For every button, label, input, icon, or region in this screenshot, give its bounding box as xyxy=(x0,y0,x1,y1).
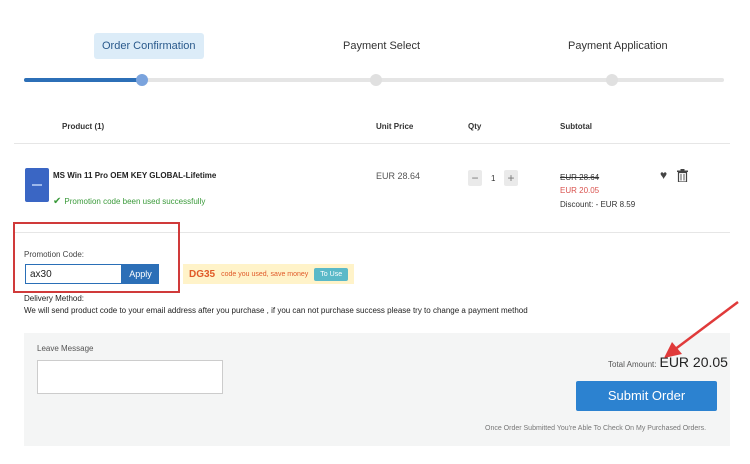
thumbnail-mark xyxy=(32,184,42,186)
check-icon: ✔ xyxy=(53,196,62,207)
subtotal-discounted: EUR 20.05 xyxy=(560,186,600,195)
trash-icon-svg xyxy=(677,169,688,183)
step-order-confirmation: Order Confirmation xyxy=(94,33,204,59)
red-arrow-annotation xyxy=(664,301,739,358)
submit-order-button[interactable]: Submit Order xyxy=(576,381,717,411)
step-dot-3 xyxy=(606,74,618,86)
promo-success-text: Promotion code been used successfully xyxy=(64,197,206,206)
qty-increase-button[interactable]: + xyxy=(504,170,518,186)
coupon-suggestion: DG35 code you used, save money To Use xyxy=(183,264,355,284)
discount-amount: Discount: - EUR 8.59 xyxy=(560,200,636,209)
step-dot-2 xyxy=(370,74,382,86)
header-qty: Qty xyxy=(468,122,482,131)
product-thumbnail[interactable] xyxy=(25,168,49,202)
header-divider xyxy=(14,143,730,144)
apply-button[interactable]: Apply xyxy=(122,264,159,284)
leave-message-label: Leave Message xyxy=(37,344,94,353)
delivery-method-title: Delivery Method: xyxy=(24,294,85,303)
step-payment-select: Payment Select xyxy=(343,40,421,52)
promo-success-message: ✔ Promotion code been used successfully xyxy=(53,196,205,207)
progress-fill xyxy=(24,78,142,82)
product-title[interactable]: MS Win 11 Pro OEM KEY GLOBAL-Lifetime xyxy=(53,171,216,180)
step-dot-1 xyxy=(136,74,148,86)
qty-decrease-button[interactable]: − xyxy=(468,170,482,186)
step-payment-application: Payment Application xyxy=(568,40,668,52)
heart-icon[interactable]: ♥ xyxy=(660,168,667,182)
coupon-use-button[interactable]: To Use xyxy=(314,267,349,281)
unit-price: EUR 28.64 xyxy=(376,171,421,181)
promo-code-input[interactable] xyxy=(25,264,122,284)
header-unit-price: Unit Price xyxy=(376,122,414,131)
header-product: Product (1) xyxy=(62,122,105,131)
qty-value[interactable]: 1 xyxy=(491,174,495,183)
header-subtotal: Subtotal xyxy=(560,122,592,131)
promo-code-label: Promotion Code: xyxy=(24,250,85,259)
coupon-code: DG35 xyxy=(189,268,216,280)
subtotal-original: EUR 28.64 xyxy=(560,173,600,182)
leave-message-textarea[interactable] xyxy=(37,360,223,394)
order-footnote: Once Order Submitted You're Able To Chec… xyxy=(485,425,707,432)
coupon-text: code you used, save money xyxy=(221,270,309,278)
delivery-method-text: We will send product code to your email … xyxy=(24,306,528,315)
trash-icon[interactable] xyxy=(677,169,688,187)
